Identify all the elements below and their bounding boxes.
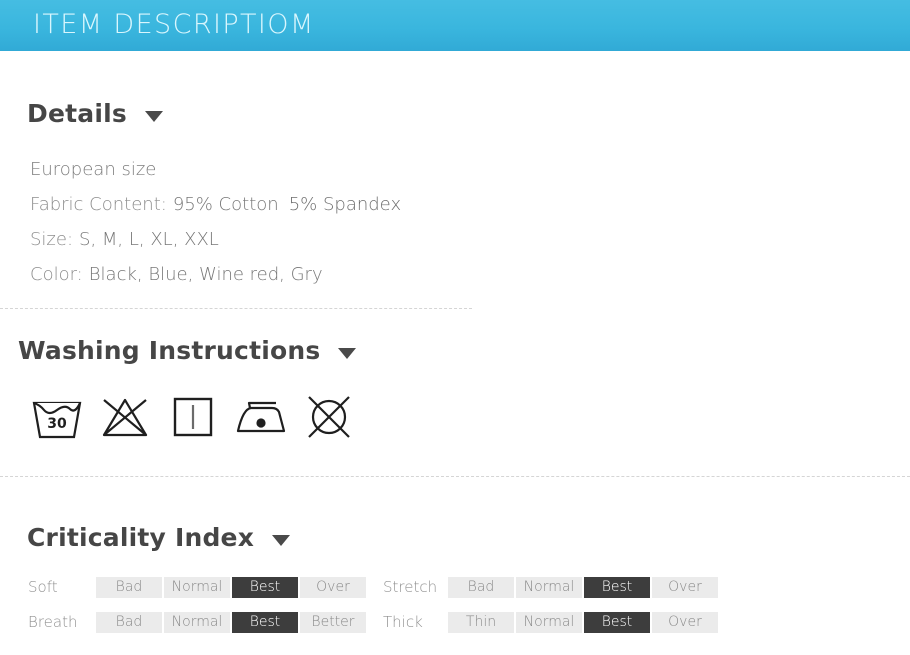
criticality-cell[interactable]: Over — [652, 576, 718, 598]
color-label: Color: — [30, 264, 83, 285]
section-divider — [0, 476, 910, 477]
criticality-cell[interactable]: Normal — [164, 611, 230, 633]
fabric-content-value-2: 5% Spandex — [288, 194, 402, 215]
criticality-cell[interactable]: Bad — [448, 576, 514, 598]
criticality-attribute-label: Breath — [28, 613, 78, 631]
criticality-cell[interactable]: Normal — [516, 576, 582, 598]
do-not-dry-clean-icon — [300, 389, 358, 445]
chevron-down-icon[interactable] — [338, 348, 357, 359]
criticality-cell[interactable]: Better — [300, 611, 366, 633]
size-value: S, M, L, XL, XXL — [79, 229, 219, 250]
criticality-cell[interactable]: Thin — [448, 611, 514, 633]
iron-low-heat-icon — [232, 389, 290, 445]
criticality-scale: Bad Normal Best Better — [96, 611, 366, 633]
chevron-down-icon[interactable] — [144, 111, 163, 122]
do-not-bleach-icon — [96, 389, 154, 445]
fabric-content-value-1: 95% Cotton — [172, 194, 279, 215]
line-dry-icon — [164, 389, 222, 445]
washing-heading-label: Washing Instructions — [18, 336, 321, 365]
washing-section-header[interactable]: Washing Instructions — [18, 336, 357, 365]
care-symbols-row: 30 — [28, 389, 358, 445]
detail-fabric-content: Fabric Content: 95% Cotton 5% Spandex — [30, 187, 401, 222]
criticality-cell[interactable]: Normal — [164, 576, 230, 598]
criticality-cell-selected[interactable]: Best — [584, 611, 650, 633]
criticality-attribute-label: Stretch — [383, 578, 438, 596]
details-heading-label: Details — [27, 99, 127, 128]
criticality-heading-label: Criticality Index — [27, 523, 255, 552]
criticality-cell-selected[interactable]: Best — [232, 576, 298, 598]
criticality-cell[interactable]: Over — [652, 611, 718, 633]
criticality-cell[interactable]: Bad — [96, 611, 162, 633]
chevron-down-icon[interactable] — [272, 535, 291, 546]
detail-european-size: European size — [30, 159, 157, 180]
details-body: European size Fabric Content: 95% Cotton 5… — [30, 152, 401, 292]
criticality-table: Soft Bad Normal Best Over Stretch Bad Normal Bes… — [28, 576, 718, 646]
page-header-banner: ITEM DESCRIPTIOM — [0, 0, 910, 51]
criticality-scale: Bad Normal Best Over — [96, 576, 366, 598]
svg-text:30: 30 — [47, 416, 67, 432]
criticality-cell-selected[interactable]: Best — [584, 576, 650, 598]
size-label: Size: — [30, 229, 74, 250]
criticality-row: Soft Bad Normal Best Over Stretch Bad Normal Bes… — [28, 576, 718, 598]
criticality-cell[interactable]: Normal — [516, 611, 582, 633]
criticality-cell[interactable]: Bad — [96, 576, 162, 598]
criticality-scale: Bad Normal Best Over — [448, 576, 718, 598]
criticality-scale: Thin Normal Best Over — [448, 611, 718, 633]
criticality-section-header[interactable]: Criticality Index — [27, 523, 291, 552]
fabric-content-label: Fabric Content: — [30, 194, 167, 215]
criticality-attribute-label: Soft — [28, 578, 58, 596]
details-section-header[interactable]: Details — [27, 99, 163, 128]
criticality-cell-selected[interactable]: Best — [232, 611, 298, 633]
wash-tub-30-icon: 30 — [28, 389, 86, 445]
page-title: ITEM DESCRIPTIOM — [33, 9, 315, 40]
detail-color: Color: Black, Blue, Wine red, Gry — [30, 257, 401, 292]
criticality-row: Breath Bad Normal Best Better Thick Thin Normal… — [28, 611, 718, 633]
criticality-attribute-label: Thick — [383, 613, 423, 631]
detail-size: Size: S, M, L, XL, XXL — [30, 222, 401, 257]
color-value: Black, Blue, Wine red, Gry — [88, 264, 323, 285]
criticality-cell[interactable]: Over — [300, 576, 366, 598]
section-divider — [0, 308, 472, 309]
